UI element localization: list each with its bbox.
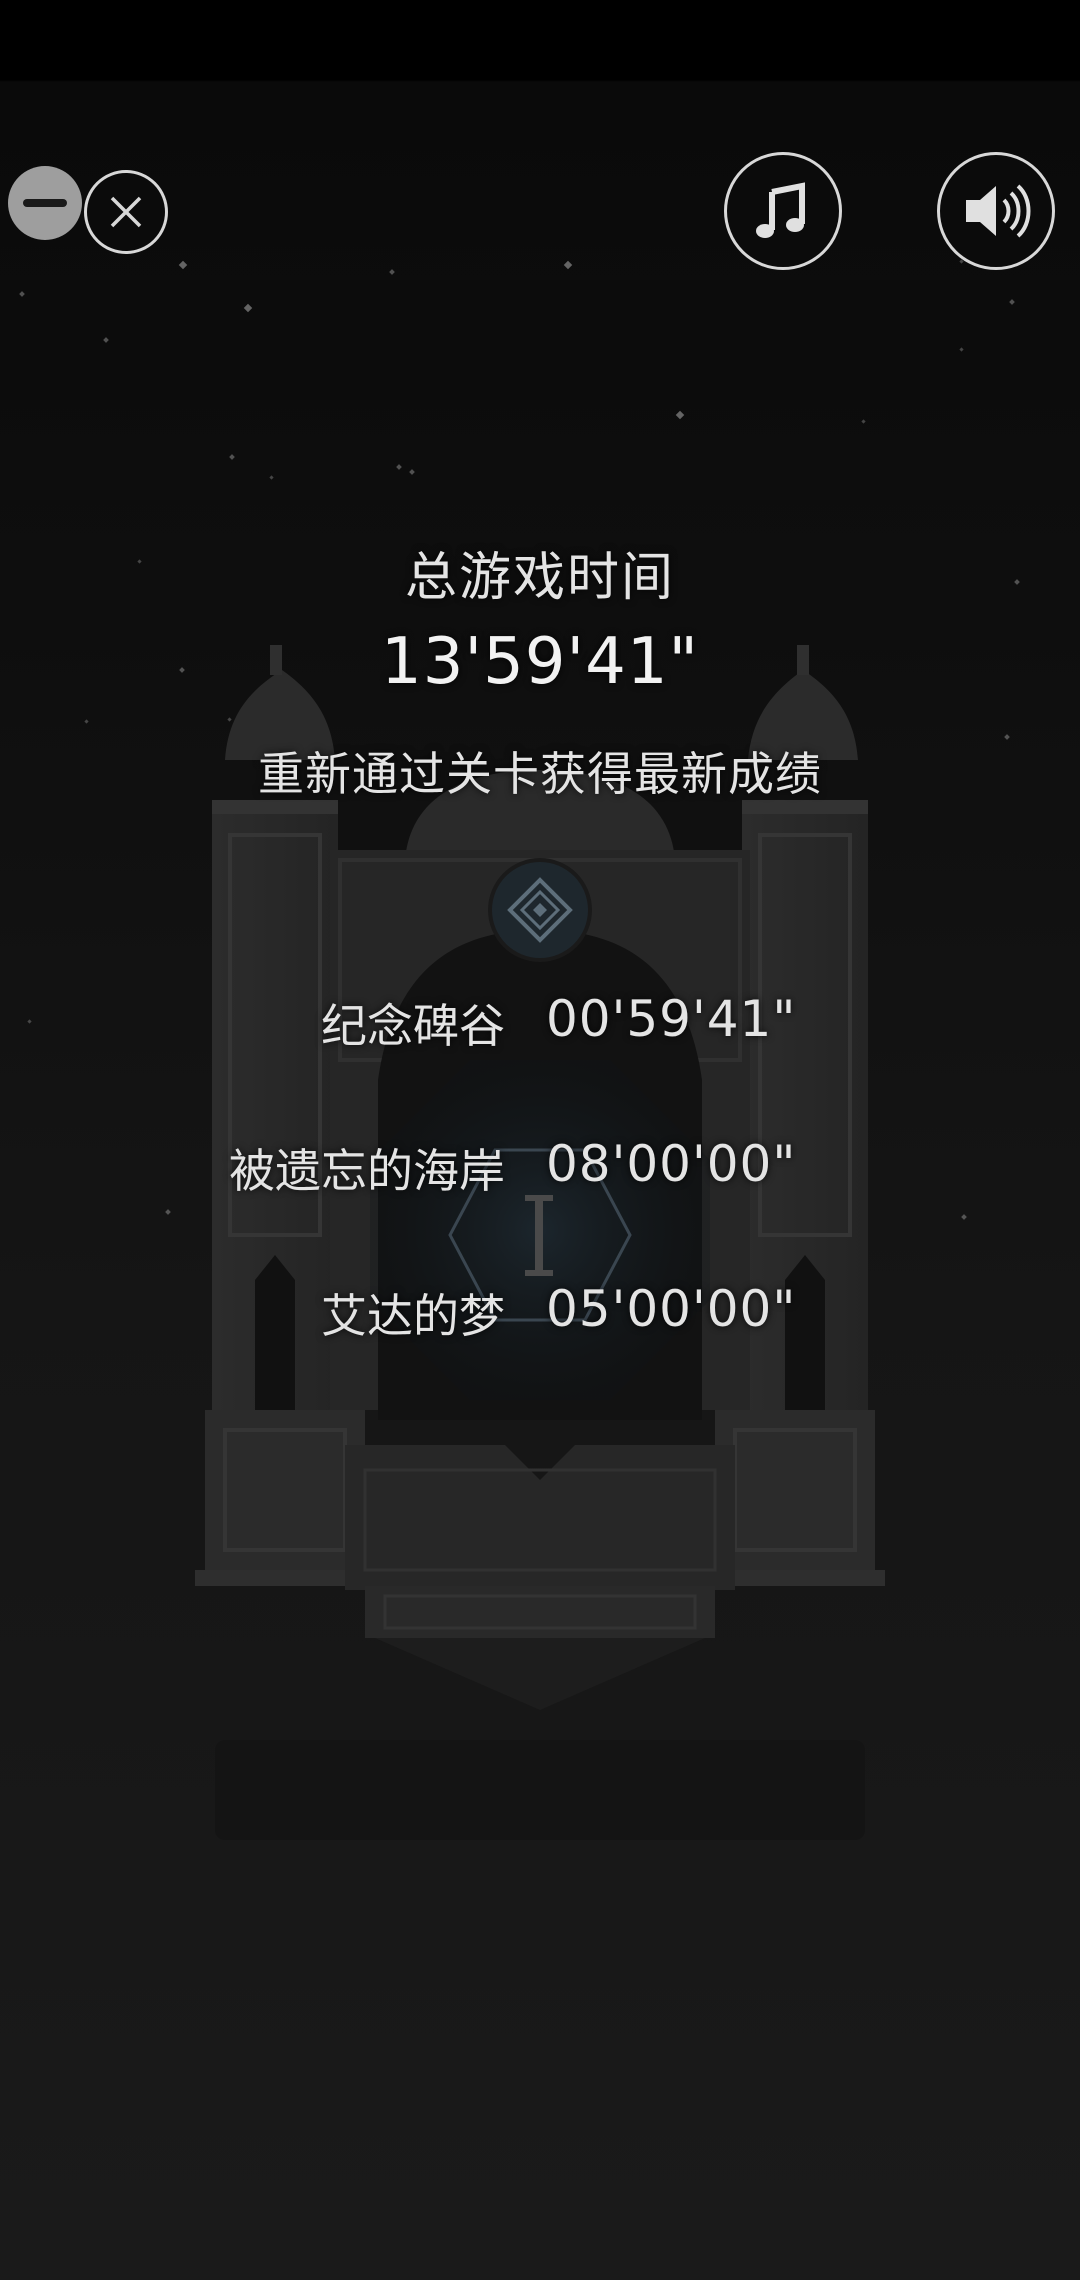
level-time-2: 08'00'00" [546, 1135, 797, 1193]
music-note-icon [756, 182, 805, 238]
speaker-icon [966, 184, 1031, 238]
sound-toggle-button[interactable] [937, 152, 1055, 270]
total-playtime-label: 总游戏时间 [404, 548, 675, 608]
game-stage: 总游戏时间 13'59'41" 重新通过关卡获得最新成绩 纪念碑谷 00'59'… [0, 0, 1080, 2280]
level-name-2: 被遗忘的海岸 [229, 1144, 505, 1198]
close-button[interactable] [84, 170, 168, 254]
total-playtime-value: 13'59'41" [381, 625, 699, 699]
minimize-button[interactable] [8, 166, 82, 240]
monument-shrine [195, 645, 885, 1840]
level-name-1: 纪念碑谷 [321, 999, 505, 1053]
music-toggle-button[interactable] [724, 152, 842, 270]
level-name-3: 艾达的梦 [321, 1289, 505, 1343]
level-time-1: 00'59'41" [546, 990, 797, 1048]
close-x-icon [110, 196, 142, 228]
replay-hint-text: 重新通过关卡获得最新成绩 [258, 747, 822, 801]
minus-circle-icon [23, 199, 67, 207]
level-time-3: 05'00'00" [546, 1280, 797, 1338]
